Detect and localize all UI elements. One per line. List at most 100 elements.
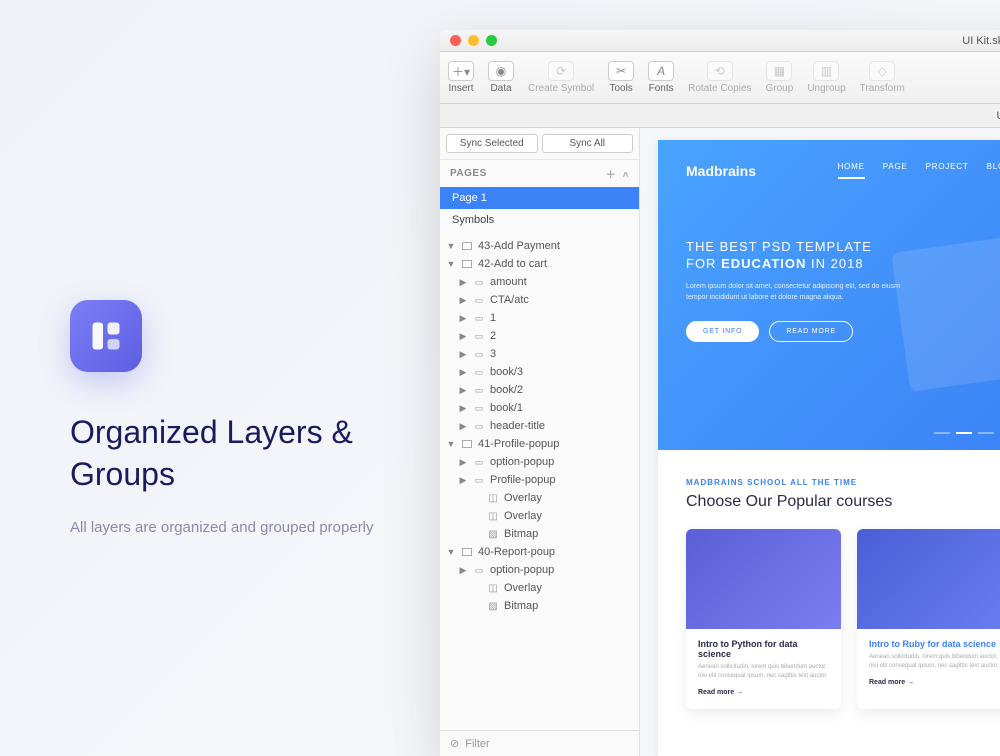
disclosure-icon[interactable]: ▶ [458, 295, 468, 306]
layer-row[interactable]: ▶ header-title [440, 417, 639, 435]
disclosure-icon[interactable]: ▼ [446, 439, 456, 449]
disclosure-icon[interactable]: ▶ [458, 421, 468, 432]
layer-row[interactable]: Bitmap [440, 525, 639, 543]
layer-row[interactable]: ▶ Profile-popup [440, 471, 639, 489]
folder-icon [472, 348, 486, 360]
nav-link[interactable]: BLOG [987, 162, 1000, 179]
folder-icon [472, 474, 486, 486]
layer-row[interactable]: ▶3 [440, 345, 639, 363]
course-card[interactable]: Intro to Ruby for data science Aenean so… [857, 529, 1000, 709]
course-read-more[interactable]: Read more → [869, 679, 914, 686]
course-description: Aenean sollicitudin, lorem quis bibendum… [698, 663, 829, 681]
page-item[interactable]: Symbols [440, 209, 639, 231]
layer-row[interactable]: Bitmap [440, 597, 639, 615]
tools-tool[interactable]: ✂︎Tools [608, 61, 634, 94]
read-more-button[interactable]: READ MORE [769, 321, 853, 342]
ungroup-tool[interactable]: ▥Ungroup [807, 61, 845, 94]
disclosure-icon[interactable]: ▶ [458, 331, 468, 342]
fonts-tool[interactable]: AFonts [648, 61, 674, 94]
layer-name: 41-Profile-popup [478, 438, 559, 450]
transform-tool[interactable]: ◇Transform [860, 61, 905, 94]
layer-row[interactable]: ▶book/3 [440, 363, 639, 381]
nav-link[interactable]: PAGE [883, 162, 908, 179]
disclosure-icon[interactable]: ▶ [458, 313, 468, 324]
course-card[interactable]: Intro to Python for data science Aenean … [686, 529, 841, 709]
layer-row[interactable]: Overlay [440, 507, 639, 525]
close-window-button[interactable] [450, 35, 461, 46]
disclosure-icon[interactable]: ▶ [458, 565, 468, 576]
disclosure-icon[interactable]: ▶ [458, 367, 468, 378]
window-titlebar: UI Kit.sketch [440, 30, 1000, 52]
slice-icon [486, 492, 500, 504]
layer-name: Bitmap [504, 600, 538, 612]
layer-row[interactable]: ▼40-Report-poup [440, 543, 639, 561]
disclosure-icon[interactable]: ▼ [446, 241, 456, 251]
layer-name: 3 [490, 348, 496, 360]
course-read-more[interactable]: Read more → [698, 689, 743, 696]
layer-name: book/1 [490, 402, 523, 414]
brand-logo[interactable]: Madbrains [686, 163, 756, 179]
disclosure-icon[interactable]: ▼ [446, 547, 456, 557]
disclosure-icon[interactable]: ▶ [458, 349, 468, 360]
layer-row[interactable]: ▶option-popup [440, 561, 639, 579]
rotate-copies-tool[interactable]: ⟲Rotate Copies [688, 61, 751, 94]
promo-subtitle: All layers are organized and grouped pro… [70, 515, 410, 541]
disclosure-icon[interactable]: ▶ [458, 457, 468, 468]
layer-row[interactable]: ▶ book/1 [440, 399, 639, 417]
layer-filter[interactable]: ⊘ Filter [440, 730, 639, 756]
document-tab[interactable]: UI Kit.s [440, 104, 1000, 128]
disclosure-icon[interactable]: ▶ [458, 385, 468, 396]
artboard-preview: Madbrains HOMEPAGEPROJECTBLOG THE BEST P… [658, 140, 1000, 756]
disclosure-icon[interactable]: ▶ [458, 403, 468, 414]
sync-all-button[interactable]: Sync All [542, 134, 634, 153]
layer-name: header-title [490, 420, 545, 432]
get-info-button[interactable]: GET INFO [686, 321, 759, 342]
carousel-dots[interactable] [934, 432, 1000, 434]
window-title: UI Kit.sketch [497, 35, 1000, 47]
layer-row[interactable]: ▶ amount [440, 273, 639, 291]
course-title: Intro to Ruby for data science [869, 639, 1000, 649]
insert-tool[interactable]: ＋▾Insert [448, 61, 474, 94]
layer-row[interactable]: ▶CTA/atc [440, 291, 639, 309]
course-description: Aenean sollicitudin, lorem quis bibendum… [869, 653, 1000, 671]
layer-name: 1 [490, 312, 496, 324]
layer-name: Profile-popup [490, 474, 555, 486]
sync-selected-button[interactable]: Sync Selected [446, 134, 538, 153]
layer-row[interactable]: ▼42-Add to cart [440, 255, 639, 273]
pages-controls[interactable]: ＋ ˄ [606, 166, 629, 181]
minimize-window-button[interactable] [468, 35, 479, 46]
folder-icon [472, 276, 486, 288]
disclosure-icon[interactable]: ▶ [458, 277, 468, 288]
layer-row[interactable]: Overlay [440, 489, 639, 507]
layer-name: Overlay [504, 492, 542, 504]
folder-icon [472, 564, 486, 576]
artboard-icon [460, 240, 474, 252]
layer-row[interactable]: ▶ book/2 [440, 381, 639, 399]
disclosure-icon[interactable]: ▼ [446, 259, 456, 269]
layer-row[interactable]: Overlay [440, 579, 639, 597]
layer-row[interactable]: ▼43-Add Payment [440, 237, 639, 255]
folder-icon [472, 456, 486, 468]
layer-row[interactable]: ▶option-popup [440, 453, 639, 471]
canvas[interactable]: Madbrains HOMEPAGEPROJECTBLOG THE BEST P… [640, 128, 1000, 756]
page-item[interactable]: Page 1 [440, 187, 639, 209]
layer-row[interactable]: ▶2 [440, 327, 639, 345]
create-symbol-tool[interactable]: ⟳Create Symbol [528, 61, 594, 94]
zoom-window-button[interactable] [486, 35, 497, 46]
layer-name: amount [490, 276, 527, 288]
group-tool[interactable]: ▦Group [766, 61, 794, 94]
nav-link[interactable]: HOME [838, 162, 865, 179]
layer-row[interactable]: ▼ 41-Profile-popup [440, 435, 639, 453]
hero-subtitle: Lorem ipsum dolor sit amet, consectetur … [686, 281, 906, 303]
slice-icon [486, 582, 500, 594]
filter-icon: ⊘ [450, 737, 459, 750]
nav-link[interactable]: PROJECT [926, 162, 969, 179]
layer-row[interactable]: ▶1 [440, 309, 639, 327]
course-thumbnail [686, 529, 841, 629]
slice-icon [486, 510, 500, 522]
layer-name: Overlay [504, 510, 542, 522]
disclosure-icon[interactable]: ▶ [458, 475, 468, 486]
data-tool[interactable]: ◉Data [488, 61, 514, 94]
folder-icon [472, 420, 486, 432]
layer-name: book/2 [490, 384, 523, 396]
